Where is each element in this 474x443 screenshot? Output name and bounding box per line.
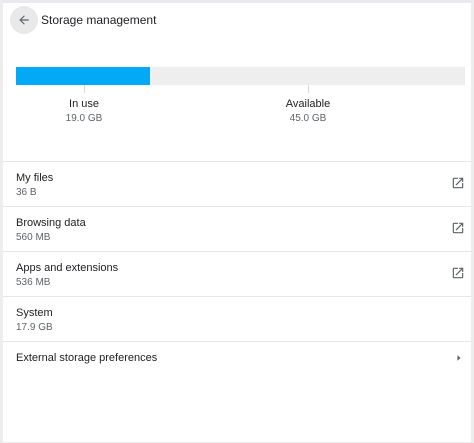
header: Storage management — [3, 3, 471, 39]
chevron-right-icon — [457, 355, 461, 361]
list-item-title: Browsing data — [16, 217, 86, 229]
external-storage-preferences-label: External storage preferences — [16, 352, 158, 364]
open-in-new-icon — [452, 267, 464, 279]
list-item-title: My files — [16, 172, 54, 184]
back-button[interactable] — [10, 6, 38, 34]
page-title: Storage management — [41, 13, 157, 27]
in-use-value: 19.0 GB — [65, 113, 103, 124]
list-item-title: System — [16, 307, 53, 319]
list-item-size: 17.9 GB — [16, 322, 53, 333]
available-tick — [308, 85, 309, 93]
open-in-new-icon — [452, 222, 464, 234]
storage-usage-bar — [16, 67, 465, 85]
in-use-label: In use — [69, 98, 99, 110]
list-item-my-files[interactable]: My files 36 B — [3, 161, 471, 206]
list-item-system: System 17.9 GB — [3, 296, 471, 341]
in-use-legend: In use 19.0 GB — [34, 97, 134, 126]
in-use-tick — [84, 85, 85, 93]
list-item-size: 36 B — [16, 187, 37, 198]
available-legend: Available 45.0 GB — [258, 97, 358, 126]
storage-items-list: My files 36 B Browsing data 560 MB Apps … — [3, 161, 471, 375]
available-label: Available — [285, 98, 331, 110]
list-item-apps-and-extensions[interactable]: Apps and extensions 536 MB — [3, 251, 471, 296]
list-item-size: 560 MB — [16, 232, 51, 243]
open-in-new-icon — [452, 177, 464, 189]
external-storage-preferences-item[interactable]: External storage preferences — [3, 341, 471, 375]
list-item-browsing-data[interactable]: Browsing data 560 MB — [3, 206, 471, 251]
list-item-size: 536 MB — [16, 277, 51, 288]
available-value: 45.0 GB — [289, 113, 327, 124]
storage-management-page: Storage management In use 19.0 GB Availa… — [0, 0, 474, 443]
storage-usage-bar-fill — [16, 67, 150, 85]
arrow-left-icon — [19, 15, 29, 25]
list-item-title: Apps and extensions — [16, 262, 119, 274]
